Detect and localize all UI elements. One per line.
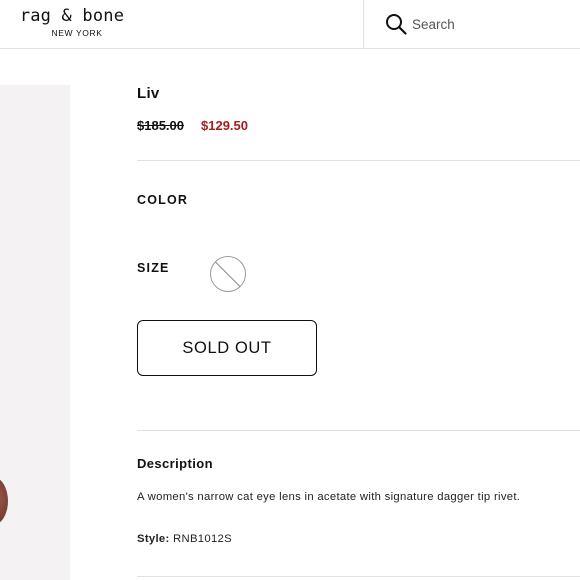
style-value: RNB1012S <box>173 533 232 545</box>
style-label: Style: <box>137 533 170 545</box>
sale-price: $129.50 <box>201 118 248 133</box>
divider <box>137 576 580 577</box>
divider <box>137 160 580 161</box>
product-image-detail <box>0 477 8 525</box>
product-image[interactable] <box>0 85 70 580</box>
sold-out-button[interactable]: SOLD OUT <box>137 320 317 376</box>
search-icon[interactable] <box>385 13 407 35</box>
size-label: SIZE <box>137 261 170 275</box>
description-heading: Description <box>137 456 213 471</box>
brand-name: rag & bone <box>19 6 125 26</box>
style-line: Style: RNB1012S <box>137 533 232 545</box>
description-text: A women's narrow cat eye lens in acetate… <box>137 491 521 503</box>
product-title: Liv <box>137 85 160 102</box>
site-header: rag & bone NEW YORK <box>0 0 580 49</box>
search-input[interactable] <box>412 13 562 35</box>
brand-subtitle: NEW YORK <box>51 28 103 38</box>
color-label: COLOR <box>137 193 189 207</box>
divider <box>137 430 580 431</box>
brand-logo[interactable]: rag & bone NEW YORK <box>10 6 134 38</box>
original-price: $185.00 <box>137 118 184 133</box>
size-option-unavailable[interactable] <box>210 256 246 292</box>
search-bar[interactable] <box>363 0 580 49</box>
